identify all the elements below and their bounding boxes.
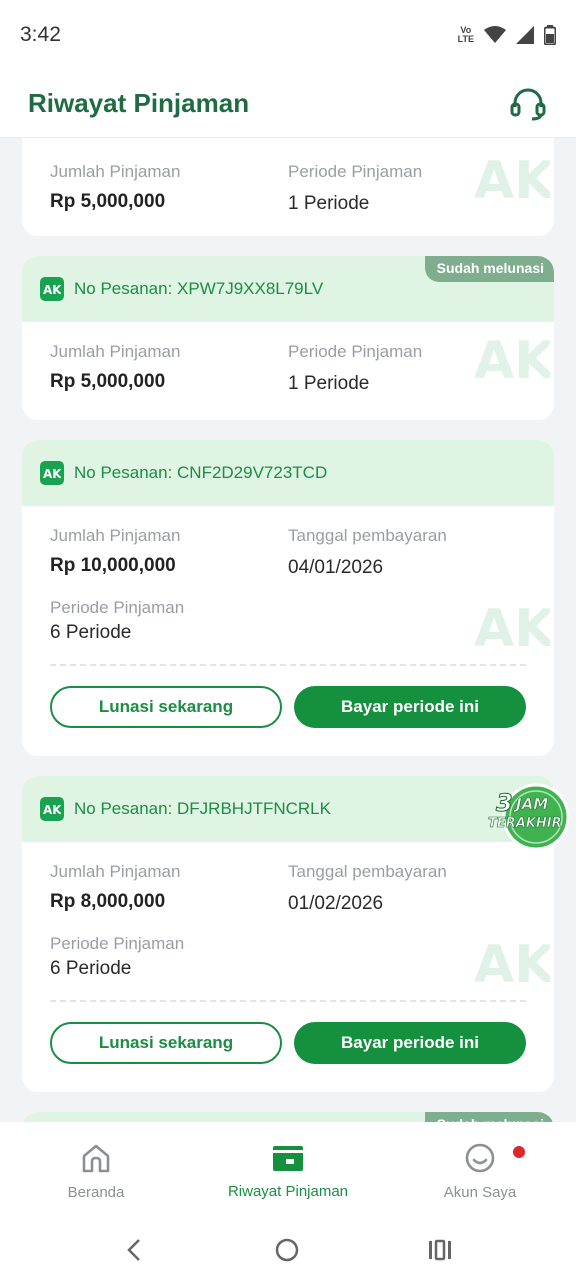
card-header: Sudah melunasi xyxy=(22,1112,554,1122)
bottom-navigation: Beranda Riwayat Pinjaman Akun Saya xyxy=(0,1122,576,1220)
loan-amount: Rp 10,000,000 xyxy=(50,555,176,576)
loan-period: 6 Periode xyxy=(50,622,132,643)
last-3-hours-badge: 3 JAM TERAKHIR xyxy=(488,783,570,851)
period-label: Periode Pinjaman xyxy=(50,598,185,617)
status-time: 3:42 xyxy=(20,23,61,46)
period-label: Periode Pinjaman xyxy=(50,934,185,953)
amount-label: Jumlah Pinjaman xyxy=(50,862,181,881)
loan-card[interactable]: Sudah melunasi xyxy=(22,1112,554,1122)
dashed-divider xyxy=(50,664,526,666)
nav-home[interactable]: Beranda xyxy=(11,1142,181,1201)
svg-text:AK: AK xyxy=(474,936,550,988)
recents-icon[interactable] xyxy=(427,1238,453,1262)
brand-logo-icon: AK xyxy=(40,461,64,485)
home-circle-icon[interactable] xyxy=(274,1237,300,1263)
badge-word-2: TERAKHIR xyxy=(488,816,562,831)
loan-card[interactable]: AK No Pesanan: DFJRBHJTFNCRLK 3 JAM TERA… xyxy=(22,776,570,1092)
brand-watermark-icon: AK xyxy=(474,332,550,384)
svg-text:AK: AK xyxy=(474,332,550,384)
amount-label: Jumlah Pinjaman xyxy=(50,162,181,181)
order-number: No Pesanan: DFJRBHJTFNCRLK xyxy=(74,799,331,818)
system-navigation xyxy=(0,1220,576,1280)
loan-card[interactable]: AK Jumlah Pinjaman Rp 5,000,000 Periode … xyxy=(22,138,554,236)
home-icon xyxy=(82,1144,110,1172)
pay-this-period-button[interactable]: Bayar periode ini xyxy=(294,1022,526,1064)
loan-amount: Rp 8,000,000 xyxy=(50,891,166,912)
status-icons: Vo LTE xyxy=(458,25,556,45)
svg-text:AK: AK xyxy=(43,467,61,480)
signal-icon xyxy=(516,26,534,44)
amount-label: Jumlah Pinjaman xyxy=(50,526,181,545)
due-date: 01/02/2026 xyxy=(288,893,384,914)
brand-watermark-icon: AK xyxy=(474,152,550,204)
svg-text:AK: AK xyxy=(474,600,550,652)
order-number: No Pesanan: XPW7J9XX8L79LV xyxy=(74,279,324,298)
badge-word-1: JAM xyxy=(513,795,548,813)
pay-off-now-button[interactable]: Lunasi sekarang xyxy=(50,686,282,728)
page-header: Riwayat Pinjaman xyxy=(0,70,576,138)
wallet-icon xyxy=(273,1145,303,1171)
due-date-label: Tanggal pembayaran xyxy=(288,526,447,545)
pay-off-now-button[interactable]: Lunasi sekarang xyxy=(50,1022,282,1064)
pay-this-period-button[interactable]: Bayar periode ini xyxy=(294,686,526,728)
card-header: AK No Pesanan: CNF2D29V723TCD xyxy=(22,440,554,506)
svg-text:AK: AK xyxy=(43,803,61,816)
order-number: No Pesanan: CNF2D29V723TCD xyxy=(74,463,328,482)
nav-account-label: Akun Saya xyxy=(443,1183,517,1201)
nav-loan-history-label: Riwayat Pinjaman xyxy=(227,1182,349,1200)
nav-account[interactable]: Akun Saya xyxy=(395,1142,565,1201)
amount-label: Jumlah Pinjaman xyxy=(50,342,181,361)
loan-period: 6 Periode xyxy=(50,958,132,979)
dashed-divider xyxy=(50,1000,526,1002)
volte-icon: Vo LTE xyxy=(457,25,474,44)
loan-card[interactable]: AK No Pesanan: XPW7J9XX8L79LV Sudah melu… xyxy=(22,256,554,420)
page-title: Riwayat Pinjaman xyxy=(28,88,250,118)
headset-icon xyxy=(510,88,546,120)
due-date: 04/01/2026 xyxy=(288,557,384,578)
brand-watermark-icon: AK xyxy=(474,600,550,652)
status-badge: Sudah melunasi xyxy=(424,256,554,282)
card-header: AK No Pesanan: DFJRBHJTFNCRLK xyxy=(22,776,554,842)
svg-text:AK: AK xyxy=(43,283,61,296)
nav-home-label: Beranda xyxy=(67,1183,125,1201)
loan-amount: Rp 5,000,000 xyxy=(50,191,166,212)
svg-text:AK: AK xyxy=(474,152,550,204)
status-badge: Sudah melunasi xyxy=(424,1112,554,1122)
nav-loan-history[interactable]: Riwayat Pinjaman xyxy=(203,1143,373,1200)
loan-amount: Rp 5,000,000 xyxy=(50,371,166,392)
wifi-icon xyxy=(484,26,506,43)
brand-logo-icon: AK xyxy=(40,277,64,301)
status-bar: 3:42 Vo LTE xyxy=(0,0,576,70)
due-date-label: Tanggal pembayaran xyxy=(288,862,447,881)
loan-history-list[interactable]: AK Jumlah Pinjaman Rp 5,000,000 Periode … xyxy=(0,138,576,1122)
card-header: AK No Pesanan: XPW7J9XX8L79LV Sudah melu… xyxy=(22,256,554,322)
notification-dot xyxy=(513,1145,525,1158)
customer-service-button[interactable] xyxy=(508,84,548,124)
battery-icon xyxy=(544,25,556,45)
loan-card[interactable]: AK No Pesanan: CNF2D29V723TCD AK Jumlah … xyxy=(22,440,554,756)
badge-number: 3 xyxy=(496,789,513,817)
back-icon[interactable] xyxy=(123,1237,147,1263)
brand-watermark-icon: AK xyxy=(474,936,550,988)
smile-icon xyxy=(465,1143,495,1172)
brand-logo-icon: AK xyxy=(40,797,64,821)
